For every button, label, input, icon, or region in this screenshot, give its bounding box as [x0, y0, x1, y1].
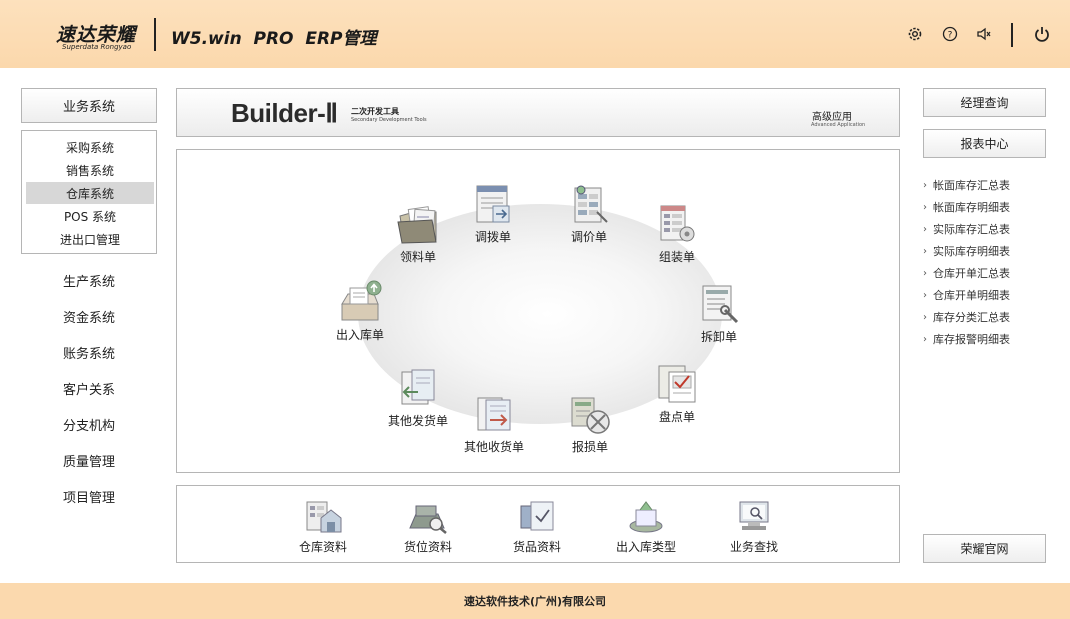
help-icon[interactable]: ?: [941, 25, 959, 43]
nav-project[interactable]: 项目管理: [21, 486, 157, 506]
builder-title: Builder-Ⅱ: [231, 98, 338, 128]
header-divider: [154, 18, 156, 51]
other-receive-icon: [477, 397, 511, 431]
goods-icon: [520, 501, 554, 531]
tool-location-info[interactable]: 货位资料: [383, 498, 473, 555]
report-link[interactable]: › 仓库开单明细表: [923, 287, 1010, 303]
advanced-app-label: 高级应用: [812, 112, 852, 123]
node-label: 报损单: [571, 440, 608, 454]
chevron-right-icon: ›: [923, 333, 927, 345]
sub-purchase[interactable]: 采购系统: [26, 136, 154, 158]
warehouse-flow-diagram: 领料单 调拨单 调价单 组装单 出入库单 拆卸单 其他发货单 盘点单 其他收货单…: [176, 149, 900, 473]
node-disassembly[interactable]: 拆卸单: [674, 282, 764, 345]
tool-label: 仓库资料: [298, 540, 347, 554]
product-title: W5.win PRO ERP管理: [171, 29, 377, 49]
location-icon: [409, 505, 447, 534]
tool-goods-info[interactable]: 货品资料: [492, 498, 582, 555]
tool-inout-type[interactable]: 出入库类型: [601, 498, 691, 555]
node-label: 拆卸单: [700, 330, 737, 344]
node-label: 领料单: [399, 250, 436, 264]
tool-label: 货品资料: [512, 540, 561, 554]
tool-business-search[interactable]: 业务查找: [709, 498, 799, 555]
node-transfer[interactable]: 调拨单: [448, 182, 538, 245]
advanced-app-sublabel: Advanced Application: [811, 122, 866, 128]
official-site-button[interactable]: 荣耀官网: [923, 534, 1046, 563]
builder-banner[interactable]: Builder-Ⅱ 二次开发工具 Secondary Development T…: [176, 88, 900, 137]
report-link[interactable]: › 仓库开单汇总表: [923, 265, 1010, 281]
power-icon[interactable]: [1033, 25, 1051, 43]
node-label: 其他发货单: [387, 414, 448, 428]
node-stocktake[interactable]: 盘点单: [632, 362, 722, 425]
sub-import-export[interactable]: 进出口管理: [26, 228, 154, 250]
folder-docs-icon: [397, 206, 437, 244]
builder-subtitle-cn: 二次开发工具: [351, 107, 399, 116]
tool-label: 出入库类型: [615, 540, 676, 554]
speaker-icon[interactable]: [975, 25, 993, 43]
nav-production[interactable]: 生产系统: [21, 270, 157, 290]
node-price-adjust[interactable]: 调价单: [544, 182, 634, 245]
chevron-right-icon: ›: [923, 223, 927, 235]
sub-sales[interactable]: 销售系统: [26, 159, 154, 181]
node-label: 其他收货单: [463, 440, 524, 454]
svg-text:?: ?: [948, 31, 953, 41]
report-link[interactable]: › 库存分类汇总表: [923, 309, 1010, 325]
node-label: 出入库单: [335, 328, 384, 342]
damage-report-icon: [571, 397, 610, 434]
nav-business-system[interactable]: 业务系统: [21, 88, 157, 123]
chevron-right-icon: ›: [923, 311, 927, 323]
manager-query-button[interactable]: 经理查询: [923, 88, 1046, 117]
price-adjust-icon: [574, 185, 608, 223]
search-monitor-icon: [739, 501, 769, 530]
basic-data-toolbar: 仓库资料 货位资料 货品资料 出入库类型 业务查找: [176, 485, 900, 563]
node-other-receipt[interactable]: 其他收货单: [449, 392, 539, 455]
nav-accounting[interactable]: 账务系统: [21, 342, 157, 362]
nav-finance[interactable]: 资金系统: [21, 306, 157, 326]
app-header: 速达荣耀 Superdata Rongyao W5.win PRO ERP管理 …: [0, 0, 1070, 68]
nav-quality[interactable]: 质量管理: [21, 450, 157, 470]
inout-type-icon: [629, 501, 663, 533]
report-link[interactable]: › 库存报警明细表: [923, 331, 1010, 347]
builder-subtitle-en: Secondary Development Tools: [351, 117, 427, 123]
report-center-button[interactable]: 报表中心: [923, 129, 1046, 158]
business-submenu: 采购系统 销售系统 仓库系统 POS 系统 进出口管理: [21, 130, 157, 254]
node-label: 组装单: [658, 250, 695, 264]
chevron-right-icon: ›: [923, 289, 927, 301]
sub-pos[interactable]: POS 系统: [26, 205, 154, 227]
header-divider-right: [1011, 23, 1013, 47]
transfer-doc-icon: [476, 185, 510, 223]
warehouse-icon: [306, 501, 342, 533]
report-link[interactable]: › 实际库存汇总表: [923, 221, 1010, 237]
stocktake-icon: [658, 365, 696, 403]
chevron-right-icon: ›: [923, 245, 927, 257]
disassembly-icon: [702, 285, 739, 324]
logo-subtext: Superdata Rongyao: [62, 43, 132, 51]
nav-branches[interactable]: 分支机构: [21, 414, 157, 434]
report-link[interactable]: › 帐面库存明细表: [923, 199, 1010, 215]
assembly-icon: [660, 205, 695, 242]
nav-crm[interactable]: 客户关系: [21, 378, 157, 398]
node-damage-report[interactable]: 报损单: [545, 392, 635, 455]
sub-warehouse[interactable]: 仓库系统: [26, 182, 154, 204]
chevron-right-icon: ›: [923, 179, 927, 191]
tool-label: 业务查找: [729, 540, 778, 554]
chevron-right-icon: ›: [923, 201, 927, 213]
node-label: 调拨单: [474, 230, 511, 244]
other-ship-icon: [401, 369, 435, 405]
node-label: 盘点单: [658, 410, 695, 424]
node-inout-stock[interactable]: 出入库单: [315, 280, 405, 343]
tool-label: 货位资料: [403, 540, 452, 554]
node-label: 调价单: [570, 230, 607, 244]
inout-box-icon: [341, 280, 382, 321]
chevron-right-icon: ›: [923, 267, 927, 279]
gear-icon[interactable]: [906, 25, 924, 43]
footer-company: 速达软件技术(广州)有限公司: [0, 583, 1070, 619]
report-link[interactable]: › 帐面库存汇总表: [923, 177, 1010, 193]
report-link[interactable]: › 实际库存明细表: [923, 243, 1010, 259]
tool-warehouse-info[interactable]: 仓库资料: [278, 498, 368, 555]
node-assembly[interactable]: 组装单: [632, 202, 722, 265]
